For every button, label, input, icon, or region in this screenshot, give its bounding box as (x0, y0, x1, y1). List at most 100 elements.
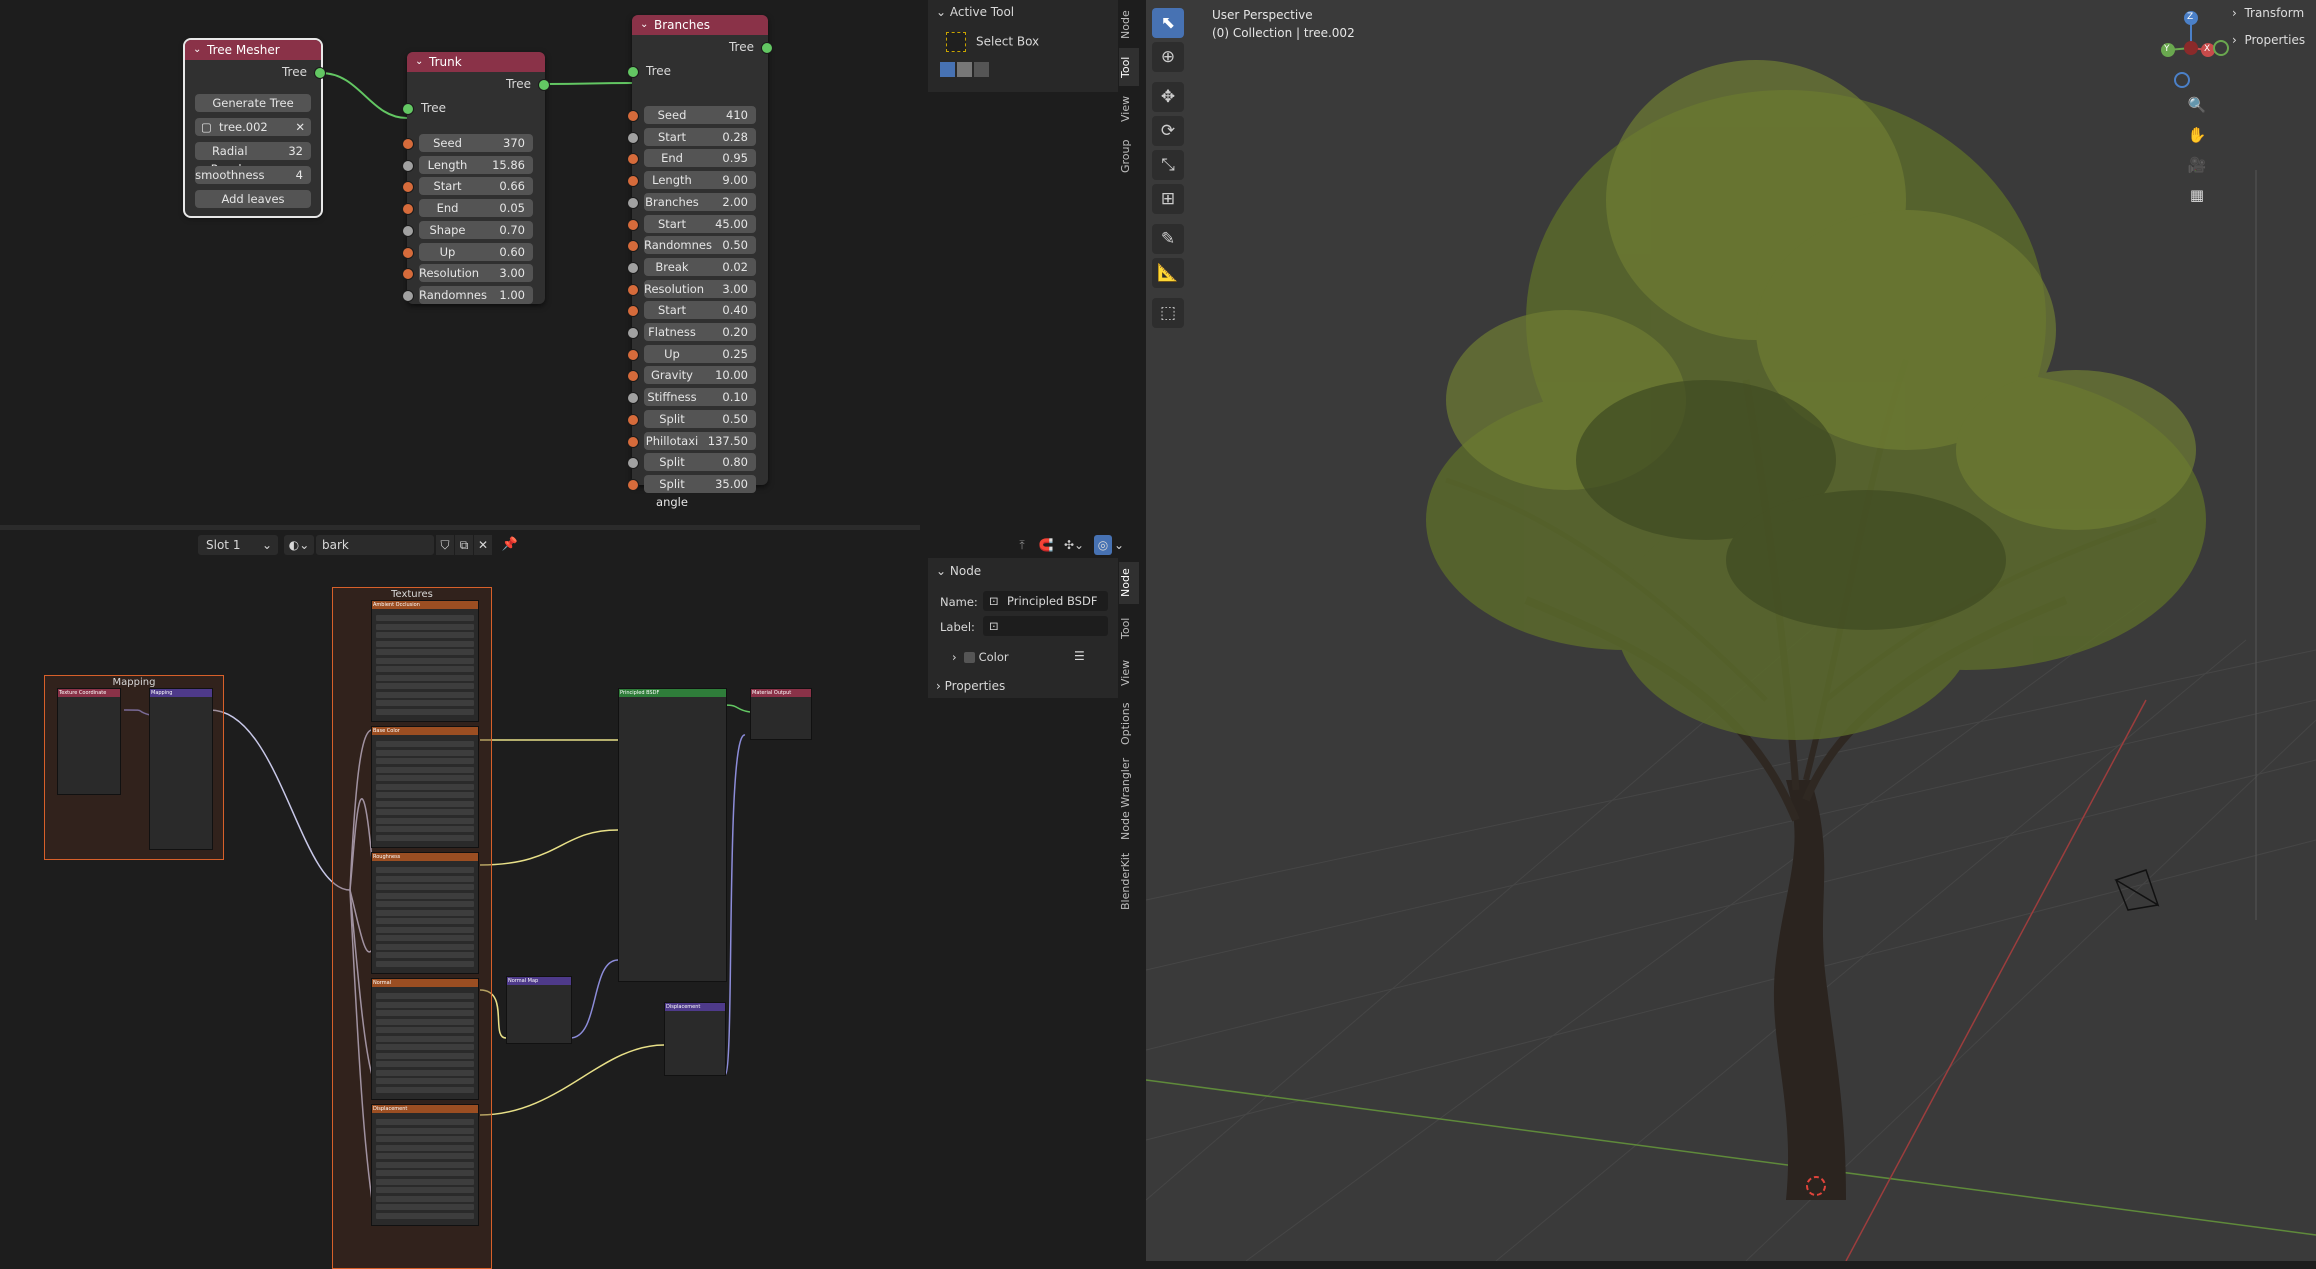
object-field[interactable]: ▢ tree.002 ✕ (195, 118, 311, 136)
texture-setting-row[interactable] (376, 700, 474, 706)
clear-icon[interactable]: ✕ (295, 118, 305, 136)
texture-setting-row[interactable] (376, 1127, 474, 1134)
param-field[interactable]: Start 0.28 (644, 127, 756, 146)
output-socket[interactable] (538, 79, 550, 91)
texture-setting-row[interactable] (376, 1187, 474, 1193)
branches-header[interactable]: ⌄ Branches (632, 15, 768, 35)
principled-bsdf-node[interactable]: Principled BSDF (618, 688, 727, 982)
input-socket[interactable] (627, 305, 639, 318)
texture-setting-row[interactable] (376, 1035, 474, 1042)
input-socket[interactable] (402, 159, 414, 172)
texture-setting-row[interactable] (376, 909, 474, 916)
input-socket[interactable] (402, 138, 414, 150)
input-socket[interactable] (627, 175, 639, 188)
input-socket[interactable] (627, 478, 639, 491)
tab-view[interactable]: View (1119, 90, 1139, 128)
texture-coordinate-node[interactable]: Texture Coordinate (57, 688, 121, 795)
branches-node[interactable]: ⌄ Branches Tree Tree Seed 410 Start 0.28 End 0… (627, 15, 773, 509)
3d-viewport[interactable]: ⬉ ⊕ ✥ ⟳ ⤡ ⊞ ✎ 📐 ⬚ User Perspective (0) C… (1146, 0, 2316, 1261)
texture-setting-row[interactable] (376, 657, 474, 664)
param-field[interactable]: Flatness 0.20 (644, 323, 756, 341)
param-field[interactable]: Stiffness 0.10 (644, 388, 756, 407)
input-socket[interactable] (627, 327, 639, 339)
image-texture-node[interactable]: Ambient Occlusion (371, 600, 479, 722)
param-field[interactable]: Break Chan0.02 (644, 257, 756, 292)
param-field[interactable]: Resolution 3.00 (419, 264, 533, 283)
name-field[interactable]: ⊡ Principled BSDF (983, 591, 1108, 611)
texture-setting-row[interactable] (376, 1027, 474, 1033)
radial-resolution-field[interactable]: Radial Resolu32 (195, 142, 311, 176)
texture-setting-row[interactable] (376, 918, 474, 924)
texture-setting-row[interactable] (376, 875, 474, 882)
texture-setting-row[interactable] (376, 749, 474, 756)
navigation-gizmo[interactable]: Z Y X (2146, 8, 2236, 88)
param-field[interactable]: Length 9.00 (644, 171, 756, 190)
param-field[interactable]: Shape 0.70 (419, 220, 533, 239)
texture-setting-row[interactable] (376, 1170, 474, 1176)
param-field[interactable]: Start Radius0.66 (419, 177, 533, 211)
texture-setting-row[interactable] (376, 1161, 474, 1168)
image-texture-node[interactable]: Roughness (371, 852, 479, 974)
mode-new-icon[interactable] (940, 62, 955, 77)
geometry-node-editor[interactable]: ⌄ Tree Mesher Tree Generate Tree ▢ tree.00… (0, 0, 920, 525)
texture-setting-row[interactable] (376, 993, 474, 999)
param-field[interactable]: Randomnes 0.50 (644, 236, 756, 255)
tab-tool[interactable]: Tool (1119, 48, 1139, 86)
input-socket[interactable] (627, 110, 639, 122)
texture-setting-row[interactable] (376, 960, 474, 967)
input-socket[interactable] (627, 196, 639, 209)
texture-setting-row[interactable] (376, 708, 474, 715)
input-socket[interactable] (627, 240, 639, 253)
param-field[interactable]: Up Attractio0.25 (644, 344, 756, 379)
texture-setting-row[interactable] (376, 952, 474, 958)
texture-setting-row[interactable] (376, 640, 474, 647)
texture-setting-row[interactable] (376, 1136, 474, 1142)
select-box-icon[interactable]: ⬉ (1152, 8, 1184, 38)
measure-icon[interactable]: 📐 (1152, 258, 1184, 288)
texture-setting-row[interactable] (376, 834, 474, 841)
texture-setting-row[interactable] (376, 792, 474, 798)
param-field[interactable]: Split angle 35.00 (644, 474, 756, 509)
input-socket[interactable] (627, 283, 639, 296)
texture-setting-row[interactable] (376, 817, 474, 824)
texture-setting-row[interactable] (376, 926, 474, 933)
input-socket[interactable] (402, 181, 414, 194)
texture-setting-row[interactable] (376, 783, 474, 790)
texture-setting-row[interactable] (376, 884, 474, 890)
color-checkbox[interactable] (963, 652, 975, 663)
color-subpanel[interactable]: › Color (952, 650, 1009, 664)
add-cube-icon[interactable]: ⬚ (1152, 298, 1184, 328)
tab-options[interactable]: Options (1119, 698, 1139, 750)
texture-setting-row[interactable] (376, 1010, 474, 1016)
collapse-icon[interactable]: ⌄ (193, 40, 201, 60)
input-socket[interactable] (627, 370, 639, 383)
rotate-icon[interactable]: ⟳ (1152, 116, 1184, 146)
snap-target-icon[interactable]: ✣⌄ (1060, 535, 1088, 555)
input-socket[interactable] (627, 348, 639, 361)
texture-setting-row[interactable] (376, 892, 474, 899)
input-socket[interactable] (627, 131, 639, 144)
collapse-icon[interactable]: ⌄ (640, 15, 648, 35)
transform-icon[interactable]: ⊞ (1152, 184, 1184, 214)
input-socket[interactable] (402, 268, 414, 281)
texture-setting-row[interactable] (376, 1069, 474, 1076)
tab-tool[interactable]: Tool (1119, 608, 1139, 648)
input-socket[interactable] (627, 435, 639, 448)
scale-icon[interactable]: ⤡ (1152, 150, 1184, 180)
param-field[interactable]: Randomnes 1.00 (419, 285, 533, 304)
ortho-grid-icon[interactable]: ▦ (2184, 182, 2210, 208)
material-output-node[interactable]: Material Output (750, 688, 812, 740)
sidebar-tab-properties[interactable]: › Properties (2232, 33, 2305, 47)
param-field[interactable]: Length 15.86 (419, 155, 533, 174)
texture-setting-row[interactable] (376, 1052, 474, 1059)
select-box-tool[interactable]: Select Box (946, 32, 1039, 52)
texture-setting-row[interactable] (376, 901, 474, 907)
param-field[interactable]: Resolution 3.00 (644, 279, 756, 298)
texture-setting-row[interactable] (376, 935, 474, 941)
param-field[interactable]: Split proba0.50 (644, 409, 756, 444)
smoothness-field[interactable]: smoothness 4 (195, 166, 311, 184)
param-field[interactable]: End Radius0.05 (419, 199, 533, 233)
image-texture-node[interactable]: Base Color (371, 726, 479, 848)
texture-setting-row[interactable] (376, 649, 474, 655)
zoom-icon[interactable]: 🔍 (2184, 92, 2210, 118)
